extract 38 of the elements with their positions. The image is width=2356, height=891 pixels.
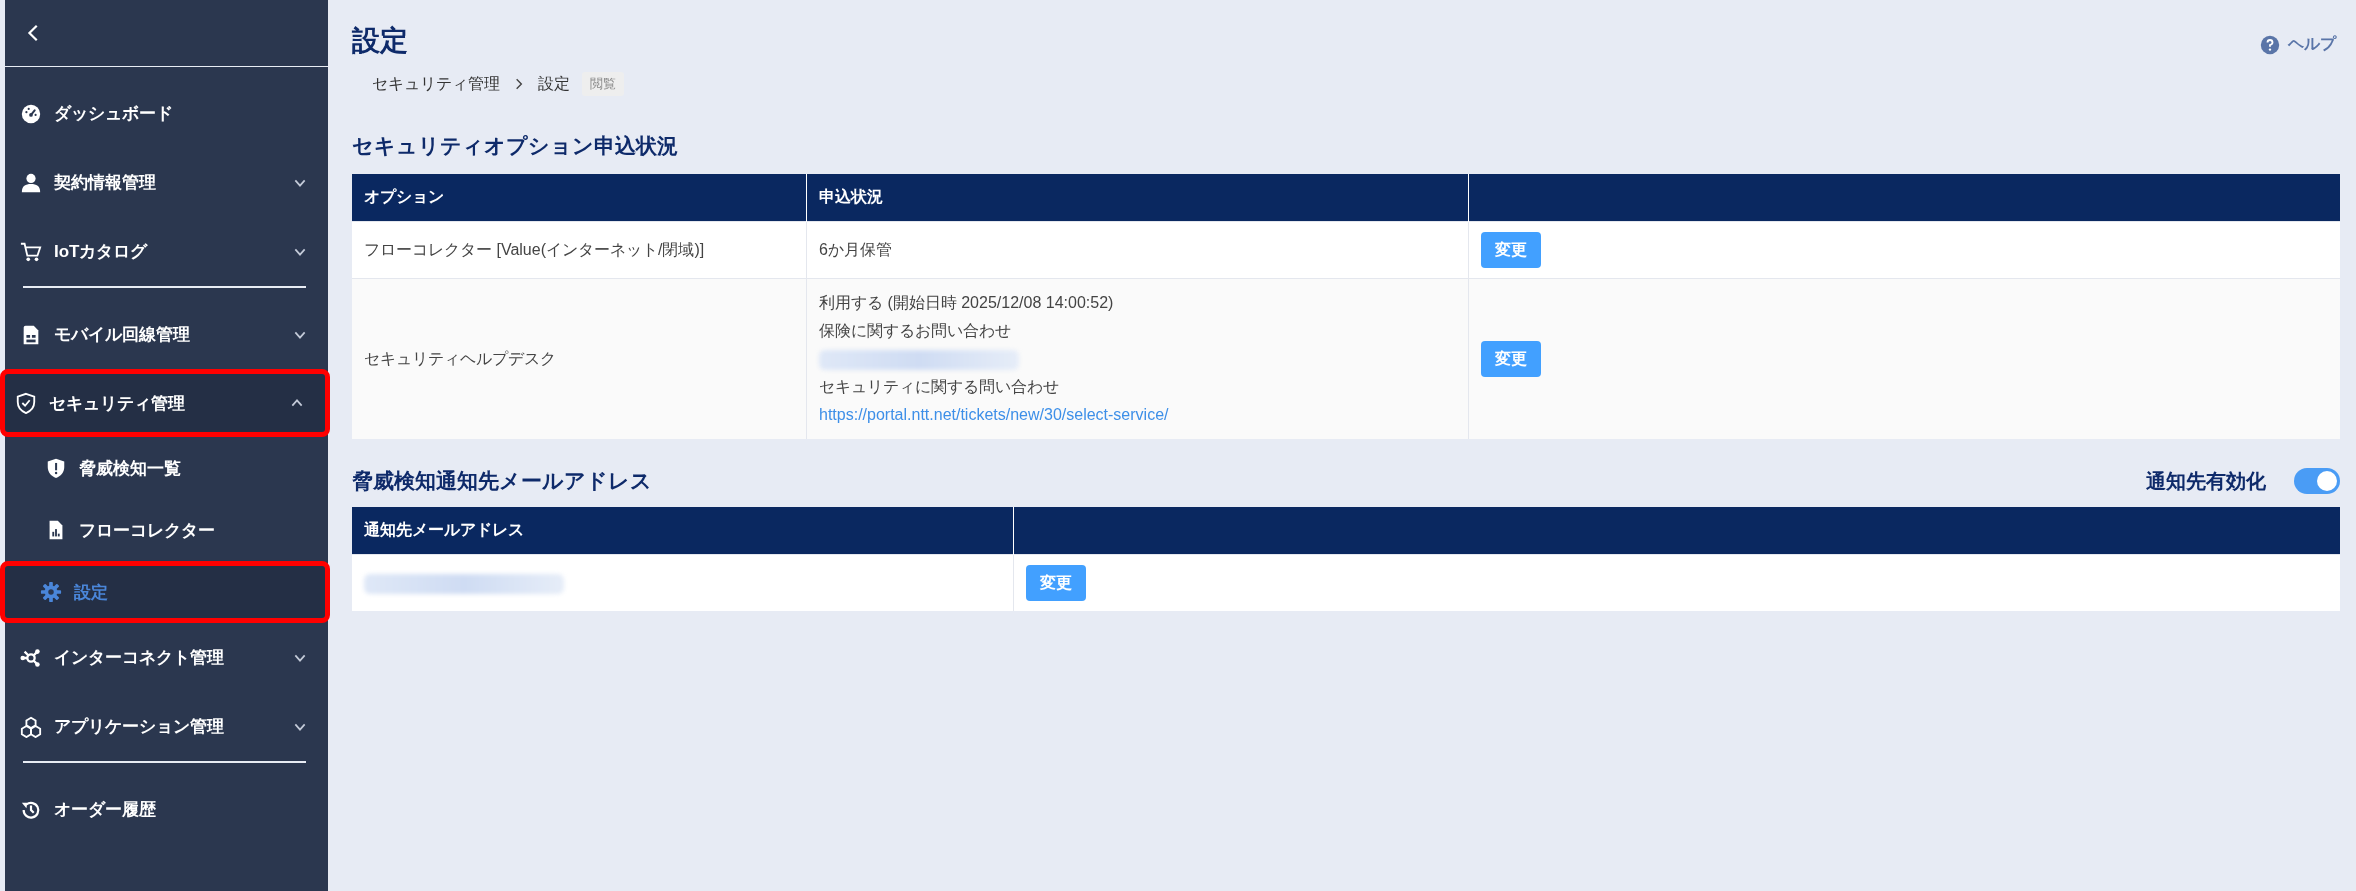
status-text: セキュリティに関する問い合わせ — [819, 377, 1060, 397]
column-header: オプション — [352, 174, 807, 222]
table-cell: セキュリティヘルプデスク — [352, 278, 807, 439]
help-icon — [2260, 34, 2280, 55]
user-icon — [20, 171, 42, 194]
status-text: 利用する (開始日時 2025/12/08 14:00:52) — [819, 293, 1115, 313]
column-header: 申込状況 — [806, 174, 1469, 222]
sidebar-subitem[interactable]: 脅威検知一覧 — [5, 437, 328, 499]
sidebar-item[interactable]: ダッシュボード — [5, 79, 328, 148]
section-title: セキュリティオプション申込状況 — [352, 133, 679, 159]
sidebar-item[interactable]: アプリケーション管理 — [5, 692, 328, 761]
status-text: 6か月保管 — [819, 240, 893, 260]
status-text: 保険に関するお問い合わせ — [819, 321, 1012, 341]
table-cell: フローコレクター [Value(インターネット/閉域)] — [352, 221, 807, 279]
shield-check-icon — [15, 392, 37, 414]
sidebar-item[interactable]: 契約情報管理 — [5, 148, 328, 217]
cubes-icon — [20, 715, 42, 738]
page-title: 設定 — [352, 24, 409, 58]
help-link[interactable]: ヘルプ — [2260, 34, 2336, 55]
section-title: 脅威検知通知先メールアドレス — [352, 468, 652, 494]
network-icon — [20, 646, 42, 669]
column-header: 通知先メールアドレス — [352, 507, 1014, 555]
sidebar-subitem[interactable]: フローコレクター — [5, 499, 328, 561]
sidebar-subitem[interactable]: 設定 — [0, 561, 330, 623]
sidebar-item[interactable]: IoTカタログ — [5, 217, 328, 286]
gauge-icon — [20, 102, 42, 125]
cart-icon — [20, 240, 42, 263]
breadcrumb-item[interactable]: セキュリティ管理 — [372, 73, 500, 95]
sidebar-item[interactable]: オーダー履歴 — [5, 775, 328, 844]
sidebar-item[interactable]: インターコネクト管理 — [5, 623, 328, 692]
sidebar-item[interactable]: モバイル回線管理 — [5, 300, 328, 369]
breadcrumb-item: 設定 — [538, 73, 570, 94]
shield-alert-icon — [45, 457, 67, 479]
view-badge: 閲覧 — [582, 72, 624, 96]
toggle-label: 通知先有効化 — [2146, 468, 2266, 494]
toggle-switch[interactable] — [2294, 468, 2340, 494]
sidebar-item[interactable]: セキュリティ管理 — [0, 369, 330, 437]
settings-icon — [40, 581, 62, 603]
